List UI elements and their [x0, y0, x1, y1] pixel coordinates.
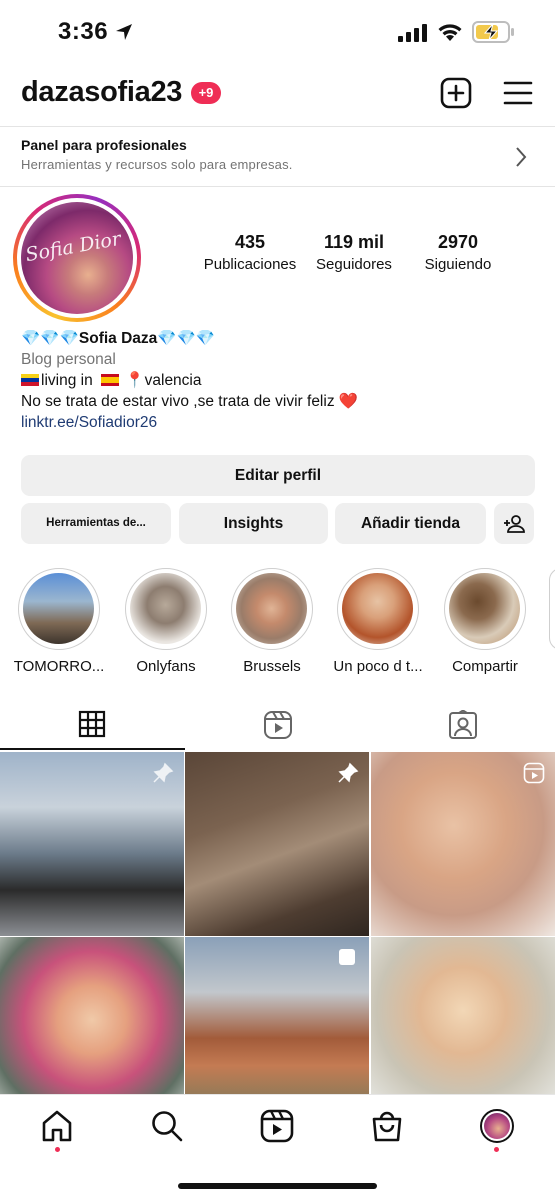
- reels-icon: [264, 711, 292, 739]
- profile-category: Blog personal: [21, 351, 116, 368]
- avatar-photo: Sofia Dior: [21, 202, 133, 314]
- bio-location-line: living in 📍valencia: [21, 370, 541, 391]
- post-thumbnail[interactable]: [185, 937, 369, 1094]
- highlight-label: TOMORRO...: [13, 658, 105, 675]
- story-highlight-partial[interactable]: [549, 568, 555, 650]
- professional-tools-button[interactable]: Herramientas de...: [21, 503, 171, 544]
- active-tab-indicator: [0, 748, 185, 750]
- post-thumbnail[interactable]: [371, 752, 555, 936]
- stat-label: Seguidores: [316, 256, 392, 273]
- story-highlight[interactable]: TOMORRO...: [9, 568, 109, 675]
- post-thumbnail[interactable]: [0, 937, 184, 1094]
- tagged-person-icon: [449, 710, 477, 739]
- story-highlight[interactable]: Compartir: [435, 568, 535, 675]
- highlight-cover: [236, 573, 307, 644]
- bio-quote: No se trata de estar vivo ,se trata de v…: [21, 393, 359, 410]
- add-shop-button[interactable]: Añadir tienda: [335, 503, 486, 544]
- highlight-ring: [231, 568, 313, 650]
- avatar-thumbnail: [484, 1113, 510, 1139]
- post-thumbnail[interactable]: [185, 752, 369, 936]
- display-name: 💎💎💎Sofia Daza💎💎💎: [21, 330, 216, 347]
- battery-charging-icon: [472, 21, 514, 43]
- chevron-right-icon: [516, 147, 527, 167]
- pin-icon: [153, 762, 174, 783]
- story-highlight[interactable]: Onlyfans: [116, 568, 216, 675]
- highlight-cover: [130, 573, 201, 644]
- highlight-label: Un poco d t...: [333, 658, 423, 675]
- venezuela-flag-icon: [21, 374, 39, 386]
- highlight-label: Onlyfans: [136, 658, 196, 675]
- reels-icon[interactable]: [260, 1109, 294, 1143]
- divider: [0, 186, 555, 187]
- stat-value: 119 mil: [323, 232, 385, 252]
- carousel-icon: [339, 949, 355, 965]
- highlight-cover: [449, 573, 520, 644]
- stat-followers[interactable]: 119 mil Seguidores: [307, 232, 401, 273]
- professional-dashboard-link[interactable]: Panel para profesionales Herramientas y …: [0, 128, 555, 186]
- stat-label: Publicaciones: [203, 256, 297, 273]
- pin-icon: [338, 762, 359, 783]
- add-person-icon: [504, 515, 525, 533]
- reels-badge-icon: [523, 762, 545, 784]
- pro-panel-title: Panel para profesionales: [21, 137, 187, 153]
- home-icon[interactable]: [40, 1109, 74, 1143]
- highlight-cover: [342, 573, 413, 644]
- stat-label: Siguiendo: [424, 256, 492, 273]
- highlight-ring: [18, 568, 100, 650]
- profile-tabs: [0, 700, 555, 750]
- spain-flag-icon: [101, 374, 120, 386]
- edit-profile-button[interactable]: Editar perfil: [21, 455, 535, 496]
- highlight-label: Compartir: [452, 658, 518, 675]
- highlight-ring: [337, 568, 419, 650]
- search-icon[interactable]: [150, 1109, 184, 1143]
- highlight-label: Brussels: [243, 658, 301, 675]
- home-indicator[interactable]: [178, 1183, 377, 1189]
- post-thumbnail[interactable]: [0, 752, 184, 936]
- pro-panel-subtitle: Herramientas y recursos solo para empres…: [21, 157, 293, 172]
- create-post-icon[interactable]: [440, 77, 472, 109]
- posts-grid: [0, 752, 555, 1094]
- shop-bag-icon[interactable]: [370, 1109, 404, 1143]
- status-time: 3:36: [58, 18, 109, 45]
- location-arrow-icon: [116, 24, 132, 40]
- stat-value: 2970: [437, 232, 479, 252]
- profile-header: dazasofia23 +9: [0, 70, 555, 120]
- stat-following[interactable]: 2970 Siguiendo: [414, 232, 502, 273]
- story-highlight[interactable]: Un poco d t...: [328, 568, 428, 675]
- avatar-border: Sofia Dior: [17, 198, 137, 318]
- stat-posts[interactable]: 435 Publicaciones: [202, 232, 298, 273]
- profile-notification-dot: [494, 1147, 499, 1152]
- home-notification-dot: [55, 1147, 60, 1152]
- hamburger-menu-icon[interactable]: [503, 79, 533, 107]
- profile-avatar[interactable]: Sofia Dior: [13, 194, 141, 322]
- insights-button[interactable]: Insights: [179, 503, 328, 544]
- account-username[interactable]: dazasofia23: [21, 76, 182, 109]
- cellular-signal-icon: [398, 24, 427, 42]
- tab-tagged[interactable]: [370, 700, 555, 750]
- bio-link[interactable]: linktr.ee/Sofiadior26: [21, 412, 541, 433]
- highlight-ring: [444, 568, 526, 650]
- grid-icon: [78, 710, 106, 738]
- discover-people-button[interactable]: [494, 503, 534, 544]
- story-highlight[interactable]: Brussels: [222, 568, 322, 675]
- tab-posts-grid[interactable]: [0, 700, 185, 750]
- status-bar: 3:36: [0, 0, 555, 66]
- bio-city: 📍valencia: [125, 372, 202, 389]
- wifi-icon: [438, 24, 462, 41]
- notification-badge[interactable]: +9: [191, 82, 221, 104]
- post-thumbnail[interactable]: [371, 937, 555, 1094]
- stat-value: 435: [234, 232, 266, 252]
- profile-tab-avatar[interactable]: [480, 1109, 514, 1143]
- highlight-cover: [23, 573, 94, 644]
- tab-reels[interactable]: [185, 700, 370, 750]
- highlight-ring: [125, 568, 207, 650]
- profile-bio: 💎💎💎Sofia Daza💎💎💎 Blog personal living in…: [21, 328, 541, 433]
- bio-living-text: living in: [41, 372, 93, 389]
- avatar-signature: Sofia Dior: [23, 227, 123, 267]
- divider: [0, 126, 555, 127]
